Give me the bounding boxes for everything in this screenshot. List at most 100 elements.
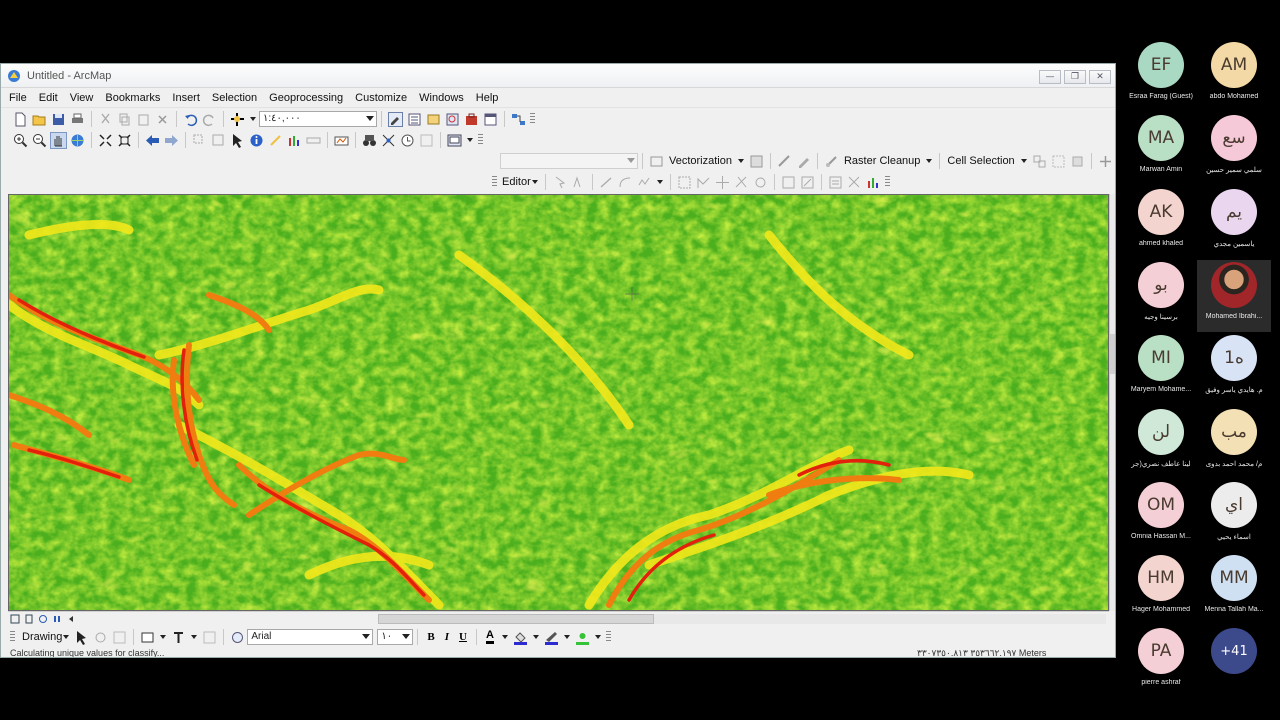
zoom-out-icon[interactable] (32, 133, 47, 148)
python-window-icon[interactable] (483, 112, 498, 127)
arctoolbox-icon[interactable] (464, 112, 479, 127)
menu-file[interactable]: File (9, 92, 27, 104)
menu-selection[interactable]: Selection (212, 92, 257, 104)
forward-extent-icon[interactable] (164, 133, 179, 148)
fixed-zoom-out-icon[interactable] (117, 133, 132, 148)
font-color-button[interactable]: A (485, 630, 494, 644)
font-size-combo[interactable]: ١٠ (377, 629, 414, 645)
html-popup-icon[interactable] (287, 133, 302, 148)
rotate-element-icon (95, 632, 106, 642)
back-extent-icon[interactable] (145, 133, 160, 148)
go-to-xy-icon[interactable] (381, 133, 396, 148)
zoom-in-icon[interactable] (13, 133, 28, 148)
participant-tile[interactable]: MI Maryem Mohame... (1124, 333, 1198, 405)
identify-icon[interactable] (249, 133, 264, 148)
print-icon[interactable] (70, 112, 85, 127)
table-of-contents-icon[interactable] (407, 112, 422, 127)
menu-customize[interactable]: Customize (355, 92, 407, 104)
menu-edit[interactable]: Edit (39, 92, 58, 104)
participant-tile[interactable]: +41 (1197, 626, 1271, 698)
menu-view[interactable]: View (70, 92, 94, 104)
minimize-button[interactable]: — (1039, 70, 1061, 84)
edit-annotation-icon (573, 175, 581, 187)
participant-tile[interactable]: ﻩ1 م. هايدي ياسر وفيق (1197, 333, 1271, 405)
participant-initials: OM (1146, 494, 1176, 515)
chart-tool-icon[interactable] (866, 175, 881, 190)
restore-button[interactable]: ❐ (1064, 70, 1086, 84)
refresh-icon[interactable] (38, 614, 48, 624)
search-window-icon[interactable] (445, 112, 460, 127)
marker-color-icon[interactable] (575, 630, 590, 645)
line-color-icon[interactable] (544, 630, 559, 645)
map-display[interactable] (8, 194, 1109, 611)
map-horizontal-scrollbar[interactable] (378, 614, 1106, 624)
editor-toolbar-icon[interactable] (388, 111, 403, 127)
menu-geoprocessing[interactable]: Geoprocessing (269, 92, 343, 104)
select-elements-arrow-icon[interactable] (74, 630, 89, 645)
participant-tile[interactable]: MA Marwan Amin (1124, 113, 1198, 185)
rectangle-icon[interactable] (140, 630, 155, 645)
participant-tile[interactable]: MM Menna Tallah Ma... (1197, 553, 1271, 625)
menu-help[interactable]: Help (476, 92, 499, 104)
new-document-icon[interactable] (13, 112, 28, 127)
participant-tile[interactable]: سع سلمي سمير حسين (1197, 113, 1271, 185)
participant-initials: MM (1219, 568, 1249, 589)
cell-selection-menu[interactable]: Cell Selection (947, 155, 1014, 167)
editor-menu[interactable]: Editor (502, 176, 531, 188)
edit-vertices-drawing-icon (203, 631, 216, 643)
find-route-icon[interactable] (334, 133, 349, 148)
scroll-left-icon[interactable] (66, 614, 76, 624)
participant-tile[interactable]: اي اسماء يحيي (1197, 480, 1271, 552)
fixed-zoom-in-icon[interactable] (98, 133, 113, 148)
participant-tile[interactable]: PA pierre ashraf (1124, 626, 1198, 698)
participant-tile[interactable]: يم ياسمين مجدي (1197, 187, 1271, 259)
raster-snapping-icon (750, 155, 763, 167)
bold-button[interactable]: B (427, 631, 434, 643)
participant-tile[interactable]: HM Hager Mohammed (1124, 553, 1198, 625)
underline-button[interactable]: U (459, 631, 467, 643)
menu-insert[interactable]: Insert (172, 92, 200, 104)
participant-tile[interactable]: بو برسينا وجيه (1124, 260, 1198, 332)
pan-hand-icon[interactable] (50, 131, 67, 149)
pause-drawing-icon[interactable] (52, 614, 62, 624)
arcmap-window: Untitled - ArcMap — ❐ ✕ File Edit View B… (0, 63, 1116, 658)
participant-tile[interactable]: AK ahmed khaled (1124, 187, 1198, 259)
font-name-combo[interactable]: Arial (247, 629, 374, 645)
participant-tile[interactable]: مب م/ محمد احمد بدوى (1197, 407, 1271, 479)
participant-initials: HM (1147, 568, 1175, 589)
save-icon[interactable] (51, 112, 66, 127)
vectorization-menu[interactable]: Vectorization (669, 155, 732, 167)
menu-bookmarks[interactable]: Bookmarks (105, 92, 160, 104)
open-folder-icon[interactable] (32, 112, 47, 127)
create-features-icon (829, 176, 842, 188)
full-extent-icon[interactable] (70, 133, 85, 148)
participant-tile[interactable]: Mohamed Ibrahi... (1197, 259, 1271, 332)
raster-cleanup-menu[interactable]: Raster Cleanup (844, 155, 920, 167)
participant-tile[interactable]: لن لينا عاطف نصري(جر (1124, 407, 1198, 479)
time-slider-icon[interactable] (400, 133, 415, 148)
close-button[interactable]: ✕ (1089, 70, 1111, 84)
drawing-menu[interactable]: Drawing (22, 631, 62, 643)
find-binoculars-icon[interactable] (362, 133, 377, 148)
layout-view-icon[interactable] (447, 133, 462, 148)
fill-color-icon[interactable] (513, 630, 528, 645)
add-data-icon[interactable] (230, 112, 245, 127)
menu-windows[interactable]: Windows (419, 92, 464, 104)
participant-name: Maryem Mohame... (1130, 386, 1192, 394)
layout-view-small-icon[interactable] (24, 614, 34, 624)
map-scale-combo[interactable]: ١:٤٠,٠٠٠ (259, 111, 377, 127)
new-text-icon[interactable] (171, 630, 186, 645)
map-vertical-scrollbar[interactable] (1109, 194, 1115, 611)
select-elements-icon[interactable] (230, 133, 245, 148)
italic-button[interactable]: I (445, 631, 449, 643)
undo-icon[interactable] (183, 112, 198, 127)
participant-tile[interactable]: EF Esraa Farag (Guest) (1124, 40, 1198, 112)
clear-selection-icon (212, 134, 224, 145)
model-builder-icon[interactable] (511, 112, 526, 127)
arcmap-icon (8, 69, 20, 82)
data-view-icon[interactable] (10, 614, 20, 624)
select-features-icon (193, 134, 203, 143)
participant-tile[interactable]: AM abdo Mohamed (1197, 40, 1271, 112)
participant-tile[interactable]: OM Omnia Hassan M... (1124, 480, 1198, 552)
catalog-icon[interactable] (426, 112, 441, 127)
